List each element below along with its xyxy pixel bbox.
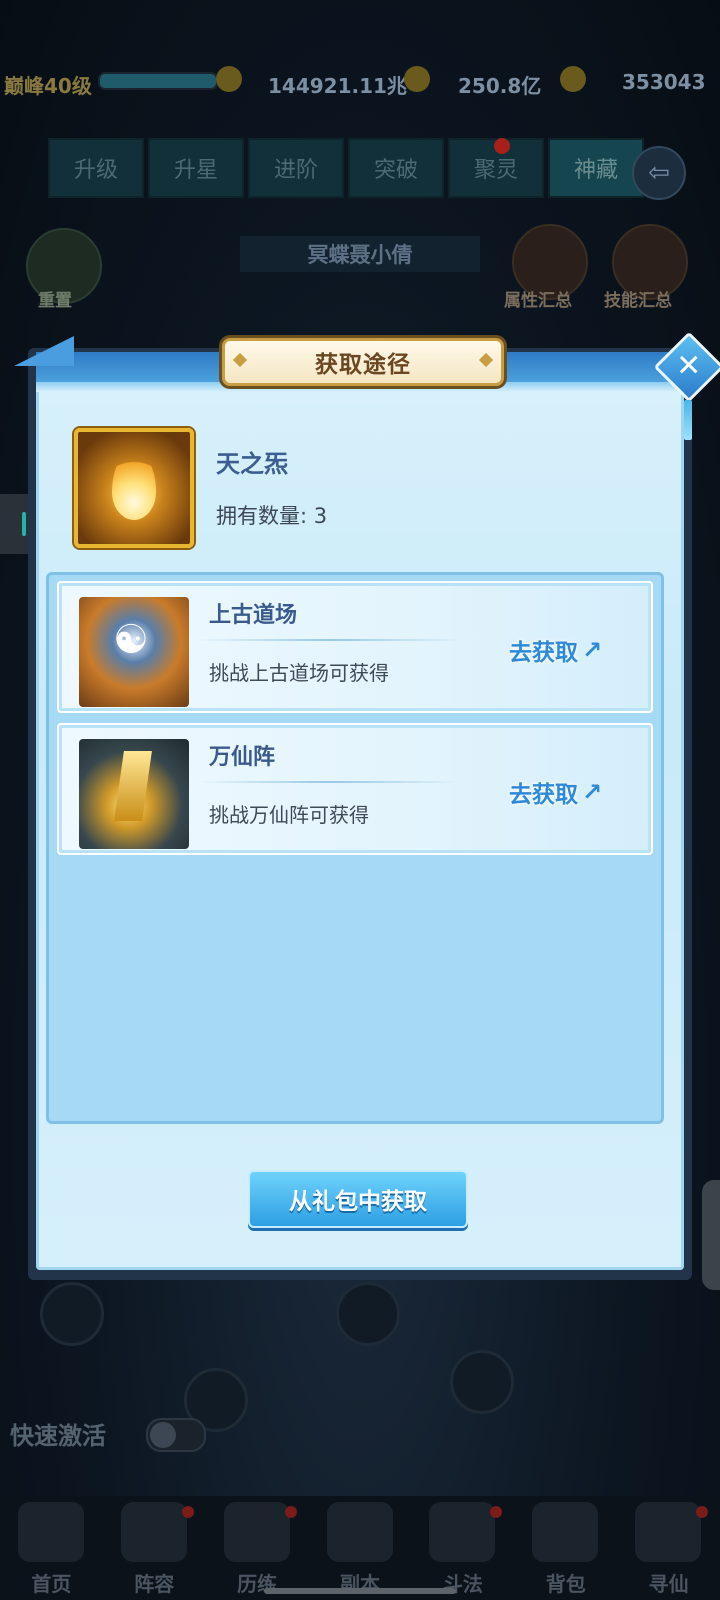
currency-value-2: 250.8亿 [458, 74, 542, 98]
goto-label: 去获取 [509, 640, 578, 666]
source-desc: 挑战上古道场可获得 [209, 661, 389, 685]
popup-title: 获取途径 [315, 352, 411, 378]
close-icon: ✕ [676, 348, 702, 384]
tab-breakthrough[interactable]: 突破 [348, 138, 444, 198]
bottom-nav: 首页 阵容 历练 副本 斗法 背包 寻仙 [0, 1496, 720, 1600]
popup-title-plaque: 获取途径 [222, 338, 504, 386]
nav-label: 寻仙 [648, 1572, 689, 1596]
right-edge-handle[interactable] [702, 1180, 720, 1290]
immortal-array-image [79, 739, 189, 849]
bag-icon [532, 1502, 599, 1562]
owned-count: 3 [313, 504, 328, 528]
training-icon [223, 1502, 290, 1562]
ingot-icon [216, 66, 242, 92]
gold-ingot-icon [560, 66, 586, 92]
nav-label: 阵容 [134, 1572, 175, 1596]
currency-value-1: 144921.11兆 [268, 74, 407, 98]
notification-dot [696, 1506, 709, 1518]
source-desc: 挑战万仙阵可获得 [209, 803, 369, 827]
nav-lineup[interactable]: 阵容 [103, 1496, 206, 1600]
copper-coin-icon [404, 66, 430, 92]
tab-star-up[interactable]: 升星 [148, 138, 244, 198]
exp-bar [98, 72, 218, 90]
nav-training[interactable]: 历练 [206, 1496, 309, 1600]
quick-activate-toggle[interactable] [146, 1418, 206, 1452]
nav-label: 首页 [31, 1572, 72, 1596]
back-button[interactable]: ⇦ [632, 146, 686, 200]
character-name: 冥蝶聂小倩 [240, 236, 480, 272]
skill-summary-label: 技能汇总 [604, 291, 672, 311]
flame-shape [112, 450, 156, 520]
tab-divine-treasure[interactable]: 神藏 [548, 138, 644, 198]
tab-advance[interactable]: 进阶 [248, 138, 344, 198]
nav-seek-immortal[interactable]: 寻仙 [617, 1496, 720, 1600]
goto-label: 去获取 [509, 782, 578, 808]
duel-icon [429, 1502, 496, 1562]
node-ring [40, 1282, 104, 1346]
source-title: 上古道场 [209, 603, 298, 628]
source-list: 上古道场 挑战上古道场可获得 去获取 ↗ 万仙阵 挑战万仙阵可获得 去获取 ↗ [46, 572, 664, 1124]
source-row-immortal-array: 万仙阵 挑战万仙阵可获得 去获取 ↗ [57, 723, 653, 855]
handle-bar [22, 512, 26, 536]
source-row-ancient-dojo: 上古道场 挑战上古道场可获得 去获取 ↗ [57, 581, 653, 713]
reset-label: 重置 [38, 291, 72, 311]
seek-immortal-icon [635, 1502, 702, 1562]
goto-acquire-button[interactable]: 去获取 ↗ [509, 775, 602, 809]
tab-upgrade[interactable]: 升级 [48, 138, 144, 198]
currency-value-3: 353043 [622, 70, 706, 94]
gift-button-label: 从礼包中获取 [289, 1189, 427, 1215]
goto-acquire-button[interactable]: 去获取 ↗ [509, 633, 602, 667]
notification-dot [494, 138, 510, 154]
divider [197, 781, 463, 783]
item-name: 天之炁 [216, 450, 288, 478]
lineup-icon [120, 1502, 187, 1562]
node-ring [336, 1282, 400, 1346]
divider [197, 639, 463, 641]
get-from-gift-pack-button[interactable]: 从礼包中获取 [248, 1170, 468, 1228]
curved-arrow-icon: ↗ [582, 778, 603, 806]
curved-arrow-icon: ↗ [582, 636, 603, 664]
attribute-summary-label: 属性汇总 [504, 291, 572, 311]
golden-flame-icon [74, 428, 194, 548]
system-home-indicator[interactable] [264, 1588, 456, 1594]
quick-activate-label: 快速激活 [10, 1422, 106, 1450]
owned-label: 拥有数量: [216, 504, 308, 528]
owned-count-row: 拥有数量: 3 [216, 500, 327, 530]
top-resource-bar: 巅峰40级 144921.11兆 250.8亿 353043 [0, 60, 720, 104]
nav-bag[interactable]: 背包 [514, 1496, 617, 1600]
nav-dungeon[interactable]: 副本 [309, 1496, 412, 1600]
source-title: 万仙阵 [209, 745, 276, 770]
arrow-left-icon: ⇦ [648, 158, 670, 188]
nav-label: 背包 [545, 1572, 586, 1596]
notification-dot [181, 1506, 194, 1518]
level-label: 巅峰40级 [4, 74, 92, 98]
home-icon [18, 1502, 84, 1562]
nav-duel[interactable]: 斗法 [411, 1496, 514, 1600]
notification-dot [490, 1506, 503, 1518]
dungeon-icon [326, 1502, 393, 1562]
wing-decoration [14, 336, 74, 366]
notification-dot [284, 1506, 297, 1518]
upgrade-tabs: 升级 升星 进阶 突破 聚灵 神藏 [48, 138, 644, 198]
nav-home[interactable]: 首页 [0, 1496, 103, 1600]
tassel-decoration [684, 400, 692, 440]
ancient-dojo-bagua-image [79, 597, 189, 707]
node-ring [450, 1350, 514, 1414]
